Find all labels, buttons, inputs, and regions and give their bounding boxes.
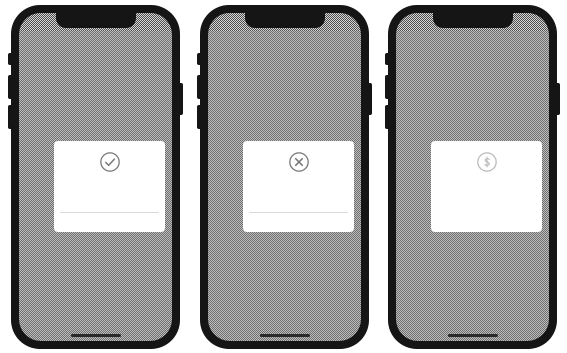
phone-screen	[19, 13, 172, 341]
volume-down-button	[8, 105, 11, 129]
error-circle-icon	[288, 151, 310, 173]
mute-switch	[385, 53, 388, 65]
power-button	[557, 83, 560, 115]
mute-switch	[8, 53, 11, 65]
camera-notch	[244, 13, 325, 28]
volume-up-button	[197, 75, 200, 99]
phone-mockup-2	[197, 5, 372, 349]
success-dialog	[54, 141, 165, 232]
home-indicator[interactable]	[259, 334, 310, 337]
dialog-confirm-button[interactable]	[431, 215, 542, 229]
volume-down-button	[385, 105, 388, 129]
dialog-confirm-button[interactable]	[54, 215, 165, 229]
volume-up-button	[8, 75, 11, 99]
phone-mockup-3	[385, 5, 560, 349]
phone-mockup-1	[8, 5, 183, 349]
power-button	[180, 83, 183, 115]
power-button	[369, 83, 372, 115]
currency-circle-icon	[476, 151, 498, 173]
phone-screen	[396, 13, 549, 341]
camera-notch	[55, 13, 136, 28]
dialog-confirm-button[interactable]	[243, 215, 354, 229]
dialog-divider	[60, 212, 159, 213]
dialog-divider	[249, 212, 348, 213]
volume-up-button	[385, 75, 388, 99]
mute-switch	[197, 53, 200, 65]
home-indicator[interactable]	[447, 334, 498, 337]
phone-screen	[208, 13, 361, 341]
camera-notch	[432, 13, 513, 28]
check-circle-icon	[99, 151, 121, 173]
pending-dialog	[431, 141, 542, 232]
error-dialog	[243, 141, 354, 232]
volume-down-button	[197, 105, 200, 129]
home-indicator[interactable]	[70, 334, 121, 337]
